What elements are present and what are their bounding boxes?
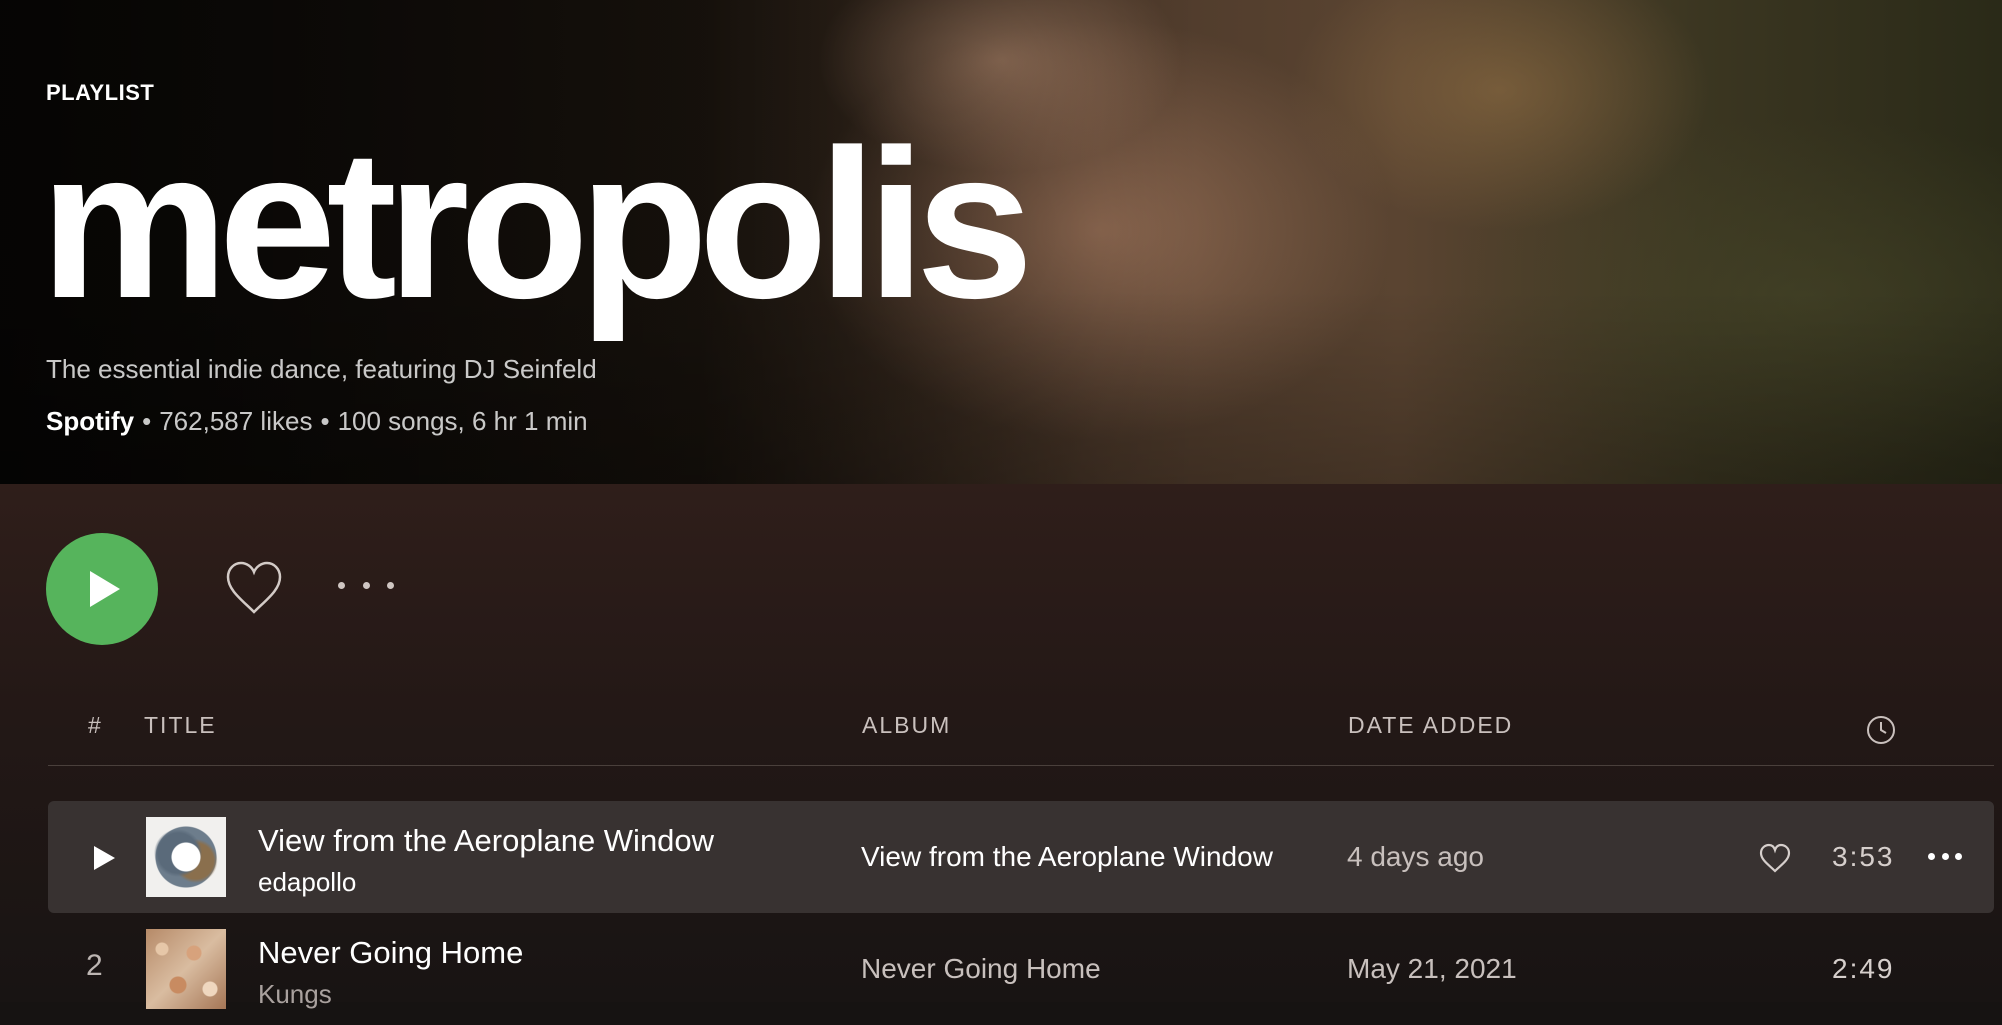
meta-separator: • [142,406,152,436]
track-artist[interactable]: edapollo [258,867,356,898]
track-title[interactable]: View from the Aeroplane Window [258,823,714,859]
playlist-meta: Spotify • 762,587 likes • 100 songs, 6 hr 1 … [46,406,588,437]
playlist-owner-link[interactable]: Spotify [46,406,134,436]
track-duration: 3:53 [1832,841,1895,872]
track-title[interactable]: Never Going Home [258,935,523,971]
meta-separator: • [320,406,330,436]
track-album[interactable]: View from the Aeroplane Window [861,841,1273,873]
more-horizontal-icon [338,581,345,589]
column-date-added[interactable]: DATE ADDED [1348,712,1513,739]
playlist-description: The essential indie dance, featuring DJ … [46,354,597,384]
playlist-title: metropolis [40,105,1034,342]
column-number: # [88,712,103,738]
playlist-type-label: PLAYLIST [46,80,155,105]
track-duration: 2:49 [1832,953,1895,984]
track-row[interactable]: View from the Aeroplane Window edapollo … [48,801,1994,913]
track-artist[interactable]: Kungs [258,979,332,1010]
album-cover [146,817,226,897]
play-icon [90,571,120,607]
track-date-added: 4 days ago [1347,841,1484,872]
album-cover [146,929,226,1009]
heart-icon[interactable] [224,560,284,616]
clock-icon[interactable] [1866,715,1896,745]
play-button[interactable] [46,533,158,645]
track-album[interactable]: Never Going Home [861,953,1101,985]
column-album[interactable]: ALBUM [862,712,951,739]
playlist-summary: 100 songs, 6 hr 1 min [337,406,588,436]
column-title[interactable]: TITLE [144,712,217,739]
more-horizontal-icon[interactable] [1928,853,1962,861]
playlist-header: PLAYLIST metropolis The essential indie … [0,0,2002,484]
track-number: 2 [86,949,103,982]
header-divider [48,765,1994,766]
track-row[interactable]: 2 Never Going Home Kungs Never Going Hom… [48,913,1994,1025]
play-icon[interactable] [88,843,118,873]
track-date-added: May 21, 2021 [1347,953,1517,984]
heart-icon[interactable] [1759,843,1791,873]
playlist-likes: 762,587 likes [159,406,313,436]
more-options-button[interactable] [338,568,394,602]
